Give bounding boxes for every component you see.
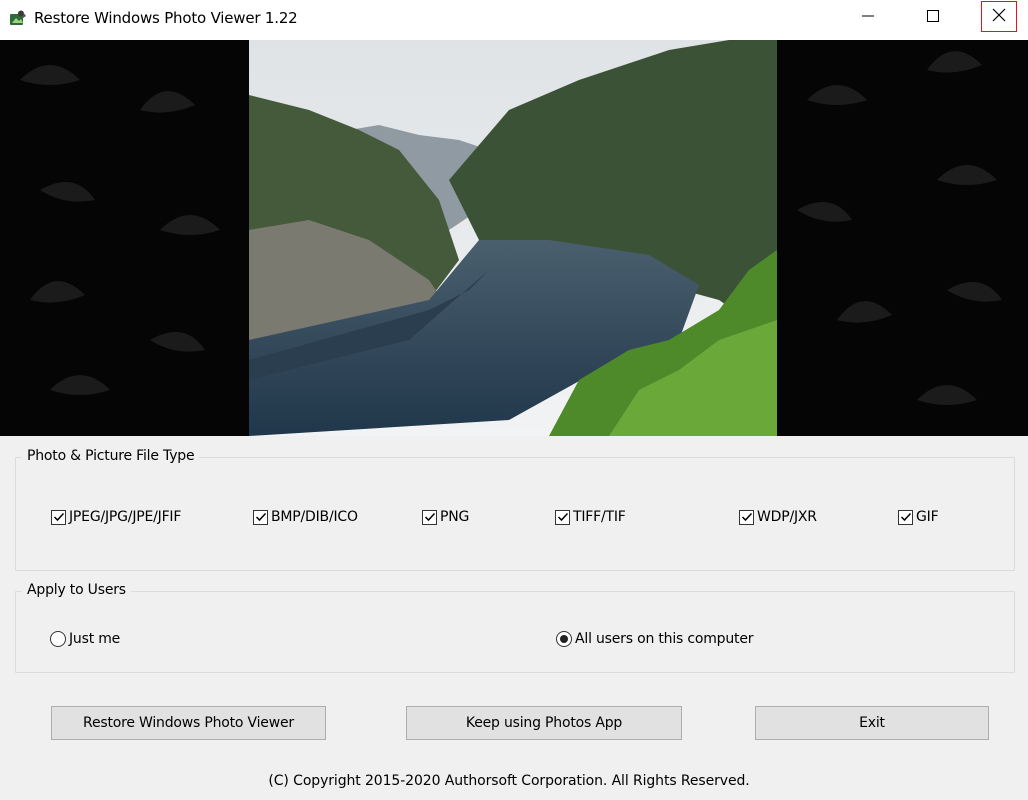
- close-icon: [991, 7, 1007, 27]
- radio-just-me[interactable]: Just me: [50, 631, 120, 647]
- decorative-pattern-left: [20, 65, 220, 395]
- apply-users-group: Apply to Users Just me All users on this…: [15, 582, 1015, 673]
- checkmark-icon: [424, 512, 435, 522]
- title-bar: Restore Windows Photo Viewer 1.22: [0, 0, 1028, 40]
- decorative-pattern-right: [797, 51, 1002, 405]
- radio-all-users-circle[interactable]: [556, 631, 572, 647]
- window-title: Restore Windows Photo Viewer 1.22: [34, 9, 298, 27]
- checkbox-wdp-box[interactable]: [739, 509, 754, 525]
- checkmark-icon: [741, 512, 752, 522]
- checkbox-tiff[interactable]: TIFF/TIF: [555, 509, 626, 525]
- checkbox-bmp-label: BMP/DIB/ICO: [271, 509, 358, 525]
- checkbox-tiff-box[interactable]: [555, 509, 570, 525]
- close-button[interactable]: [981, 1, 1017, 32]
- checkmark-icon: [900, 512, 911, 522]
- checkbox-bmp-box[interactable]: [253, 509, 268, 525]
- checkbox-jpeg[interactable]: JPEG/JPG/JPE/JFIF: [51, 509, 181, 525]
- file-type-legend: Photo & Picture File Type: [22, 448, 200, 464]
- checkbox-wdp-label: WDP/JXR: [757, 509, 817, 525]
- radio-just-me-label: Just me: [69, 631, 121, 647]
- radio-all-users-label: All users on this computer: [575, 631, 754, 647]
- apply-users-legend: Apply to Users: [22, 582, 131, 598]
- checkbox-png[interactable]: PNG: [422, 509, 469, 525]
- file-type-group: Photo & Picture File Type JPEG/JPG/JPE/J…: [15, 448, 1015, 571]
- minimize-icon: [861, 9, 875, 27]
- exit-button[interactable]: Exit: [755, 706, 989, 740]
- checkbox-wdp[interactable]: WDP/JXR: [739, 509, 817, 525]
- photo-preview-area: [0, 40, 1028, 436]
- maximize-icon: [926, 9, 940, 27]
- keep-photos-app-button[interactable]: Keep using Photos App: [406, 706, 682, 740]
- checkbox-jpeg-label: JPEG/JPG/JPE/JFIF: [69, 509, 182, 525]
- checkbox-bmp[interactable]: BMP/DIB/ICO: [253, 509, 358, 525]
- radio-selected-dot: [560, 635, 568, 643]
- checkmark-icon: [557, 512, 568, 522]
- checkmark-icon: [53, 512, 64, 522]
- radio-all-users[interactable]: All users on this computer: [556, 631, 753, 647]
- checkbox-gif[interactable]: GIF: [898, 509, 939, 525]
- radio-just-me-circle[interactable]: [50, 631, 66, 647]
- checkbox-gif-label: GIF: [916, 509, 939, 525]
- checkbox-jpeg-box[interactable]: [51, 509, 66, 525]
- minimize-button[interactable]: [845, 0, 891, 36]
- fjord-photo: [249, 40, 777, 436]
- checkbox-png-box[interactable]: [422, 509, 437, 525]
- maximize-button[interactable]: [910, 0, 956, 36]
- checkbox-tiff-label: TIFF/TIF: [573, 509, 626, 525]
- checkmark-icon: [255, 512, 266, 522]
- checkbox-gif-box[interactable]: [898, 509, 913, 525]
- checkbox-png-label: PNG: [440, 509, 470, 525]
- copyright-text: (C) Copyright 2015-2020 Authorsoft Corpo…: [268, 773, 750, 789]
- app-icon: [9, 10, 27, 28]
- restore-photo-viewer-button[interactable]: Restore Windows Photo Viewer: [51, 706, 326, 740]
